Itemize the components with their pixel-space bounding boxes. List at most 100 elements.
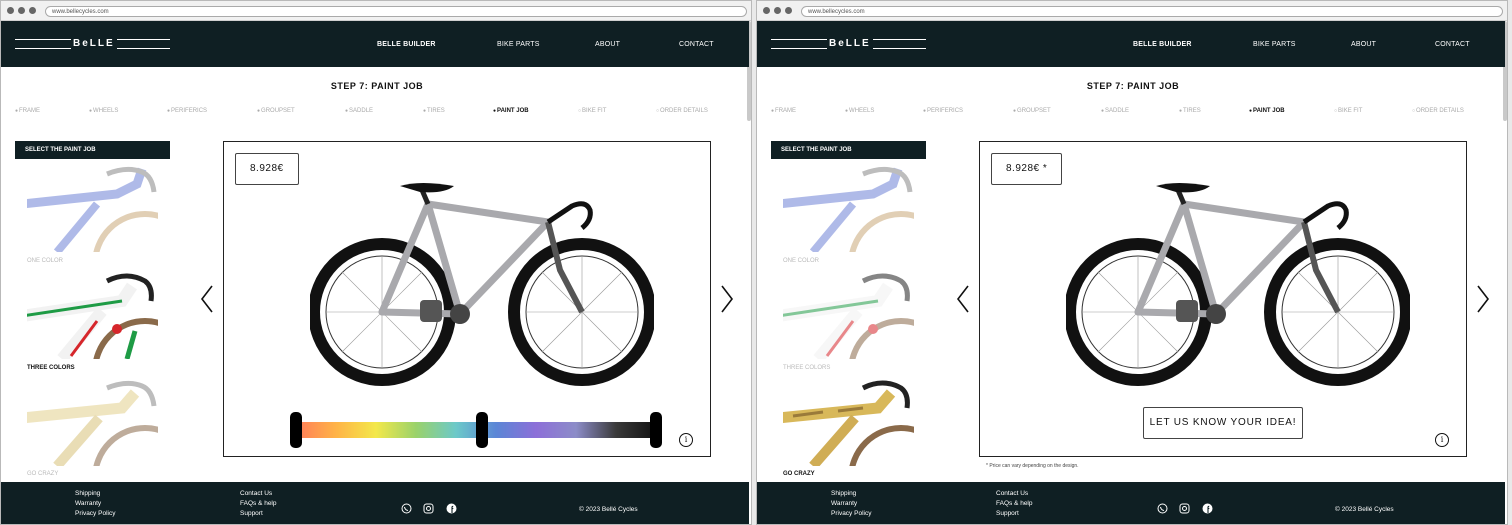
facebook-icon[interactable] [1202,503,1213,514]
top-nav: BeLLE BELLE BUILDER BIKE PARTS ABOUT CON… [757,21,1505,67]
step-bike-fit[interactable]: ○BIKE FIT [1334,108,1362,114]
paint-panel-heading: SELECT THE PAINT JOB [15,141,170,159]
step-periferics[interactable]: ●PERIFERICS [923,108,963,114]
footer: Shipping Warranty Privacy Policy Contact… [757,482,1505,524]
chevron-left-icon[interactable] [200,285,214,313]
paint-option-one-color[interactable] [783,164,914,252]
browser-chrome: www.bellecycles.com [1,1,751,21]
whatsapp-icon[interactable] [401,503,412,514]
footer-privacy-policy[interactable]: Privacy Policy [831,510,871,517]
footer-support[interactable]: Support [240,510,263,517]
chevron-right-icon[interactable] [1476,285,1490,313]
nav-bike-parts[interactable]: BIKE PARTS [497,41,540,48]
paint-option-three-colors[interactable] [27,271,158,359]
footer-warranty[interactable]: Warranty [831,500,857,507]
footer-support[interactable]: Support [996,510,1019,517]
color-slider[interactable] [290,412,662,448]
instagram-icon[interactable] [1179,503,1190,514]
nav-bike-parts[interactable]: BIKE PARTS [1253,41,1296,48]
step-paint-job[interactable]: ●PAINT JOB [493,108,529,114]
belle-logo[interactable]: BeLLE [15,37,170,51]
step-saddle[interactable]: ●SADDLE [1101,108,1129,114]
address-bar[interactable]: www.bellecycles.com [45,6,747,17]
browser-window-right: www.bellecycles.com BeLLE BELLE BUILDER … [756,0,1508,525]
minimize-window-dot[interactable] [18,7,25,14]
minimize-window-dot[interactable] [774,7,781,14]
step-saddle[interactable]: ●SADDLE [345,108,373,114]
step-order-details[interactable]: ○ORDER DETAILS [656,108,708,114]
nav-belle-builder[interactable]: BELLE BUILDER [1133,41,1192,48]
price-box: 8.928€ [235,153,299,185]
step-title: STEP 7: PAINT JOB [330,81,424,91]
bike-image [1066,183,1410,386]
idea-button[interactable]: LET US KNOW YOUR IDEA! [1143,407,1303,439]
footer-faqs[interactable]: FAQs & help [240,500,277,507]
step-bike-fit[interactable]: ○BIKE FIT [578,108,606,114]
top-nav: BeLLE BELLE BUILDER BIKE PARTS ABOUT CON… [1,21,749,67]
bike-image [310,183,654,386]
chevron-left-icon[interactable] [956,285,970,313]
step-order-details[interactable]: ○ORDER DETAILS [1412,108,1464,114]
maximize-window-dot[interactable] [785,7,792,14]
paint-option-go-crazy[interactable] [783,378,914,466]
belle-logo[interactable]: BeLLE [771,37,926,51]
paint-option-one-color-label: ONE COLOR [783,258,820,264]
step-progress: ●FRAME ●WHEELS ●PERIFERICS ●GROUPSET ●SA… [15,108,715,118]
slider-handle-middle[interactable] [476,412,488,448]
paint-option-three-colors[interactable] [783,271,914,359]
step-tires[interactable]: ●TIRES [1179,108,1201,114]
paint-option-go-crazy[interactable] [27,378,158,466]
paint-option-one-color[interactable] [27,164,158,252]
footer-privacy-policy[interactable]: Privacy Policy [75,510,115,517]
price-note: * Price can vary depending on the design… [986,463,1079,469]
nav-about[interactable]: ABOUT [595,41,620,48]
footer-contact-us[interactable]: Contact Us [996,490,1028,497]
slider-handle-end[interactable] [650,412,662,448]
nav-contact[interactable]: CONTACT [679,41,714,48]
slider-handle-start[interactable] [290,412,302,448]
step-progress: ●FRAME ●WHEELS ●PERIFERICS ●GROUPSET ●SA… [771,108,1471,118]
nav-about[interactable]: ABOUT [1351,41,1376,48]
close-window-dot[interactable] [763,7,770,14]
copyright: © 2023 Bellé Cycles [1335,506,1394,513]
chevron-right-icon[interactable] [720,285,734,313]
logo-text: BeLLE [71,37,117,51]
copyright: © 2023 Bellé Cycles [579,506,638,513]
paint-panel-heading: SELECT THE PAINT JOB [771,141,926,159]
info-icon[interactable]: i [679,433,693,447]
instagram-icon[interactable] [423,503,434,514]
nav-contact[interactable]: CONTACT [1435,41,1470,48]
logo-text: BeLLE [827,37,873,51]
whatsapp-icon[interactable] [1157,503,1168,514]
info-icon[interactable]: i [1435,433,1449,447]
footer-contact-us[interactable]: Contact Us [240,490,272,497]
bike-preview: 8.928€ i [223,141,711,457]
price-box: 8.928€ * [991,153,1063,185]
step-tires[interactable]: ●TIRES [423,108,445,114]
footer-faqs[interactable]: FAQs & help [996,500,1033,507]
nav-belle-builder[interactable]: BELLE BUILDER [377,41,436,48]
footer: Shipping Warranty Privacy Policy Contact… [1,482,749,524]
step-periferics[interactable]: ●PERIFERICS [167,108,207,114]
paint-option-three-colors-label: THREE COLORS [27,365,75,371]
close-window-dot[interactable] [7,7,14,14]
bike-preview: 8.928€ * LET US KNOW YOUR IDEA! i [979,141,1467,457]
step-groupset[interactable]: ●GROUPSET [1013,108,1051,114]
step-wheels[interactable]: ●WHEELS [89,108,118,114]
footer-shipping[interactable]: Shipping [831,490,856,497]
paint-option-go-crazy-label: GO CRAZY [783,471,815,477]
footer-warranty[interactable]: Warranty [75,500,101,507]
paint-option-go-crazy-label: GO CRAZY [27,471,59,477]
step-wheels[interactable]: ●WHEELS [845,108,874,114]
step-groupset[interactable]: ●GROUPSET [257,108,295,114]
browser-window-left: www.bellecycles.com BeLLE BELLE BUILDER … [0,0,752,525]
step-paint-job[interactable]: ●PAINT JOB [1249,108,1285,114]
facebook-icon[interactable] [446,503,457,514]
address-bar[interactable]: www.bellecycles.com [801,6,1503,17]
paint-option-three-colors-label: THREE COLORS [783,365,831,371]
paint-option-one-color-label: ONE COLOR [27,258,64,264]
step-frame[interactable]: ●FRAME [771,108,796,114]
maximize-window-dot[interactable] [29,7,36,14]
footer-shipping[interactable]: Shipping [75,490,100,497]
step-frame[interactable]: ●FRAME [15,108,40,114]
